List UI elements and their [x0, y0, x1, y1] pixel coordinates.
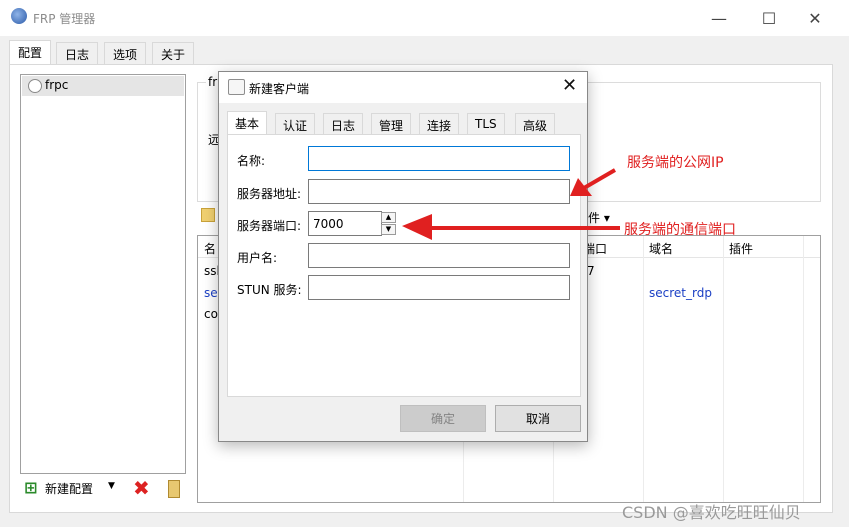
arrow-to-server-port	[402, 214, 620, 240]
arrow-to-server-address	[570, 168, 617, 196]
watermark: CSDN @喜欢吃旺旺仙贝	[622, 503, 801, 522]
annotation-public-ip: 服务端的公网IP	[627, 155, 724, 171]
annotation-comm-port: 服务端的通信端口	[624, 222, 736, 238]
annotation-arrows	[402, 168, 620, 240]
